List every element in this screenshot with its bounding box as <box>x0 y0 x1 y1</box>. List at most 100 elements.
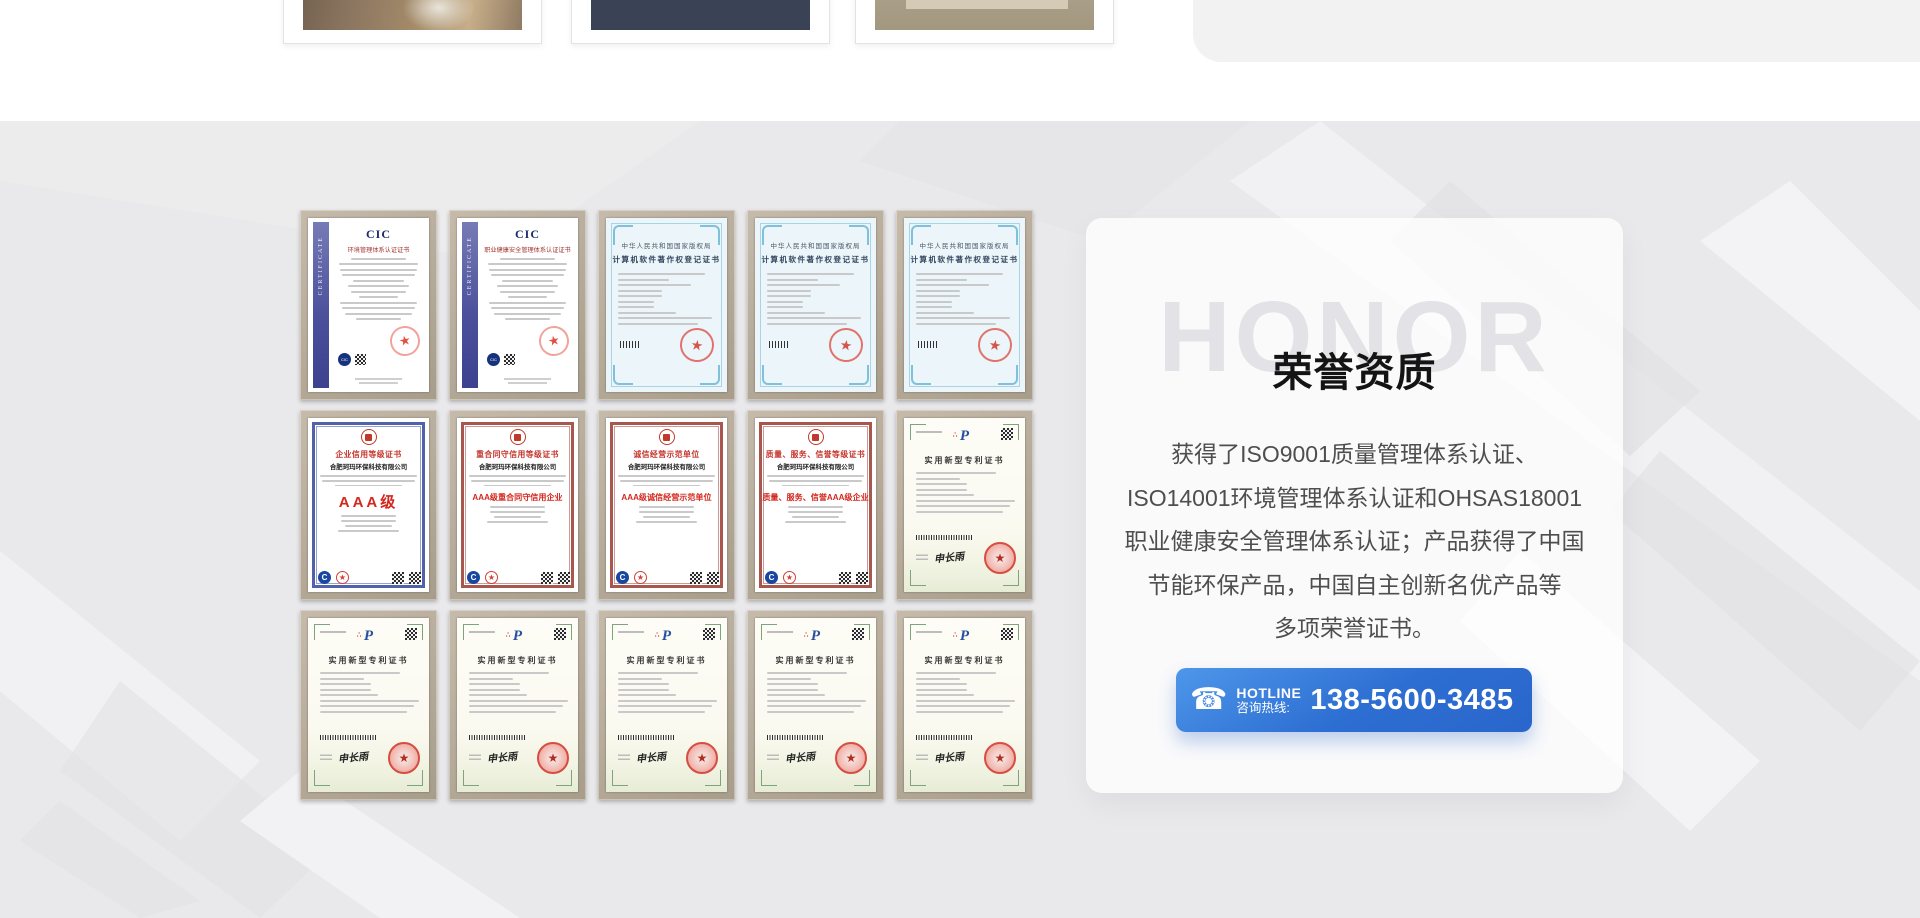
certificate-title: 实用新型专利证书 <box>606 655 727 666</box>
signature: 申长雨 <box>635 747 666 765</box>
gallery-card[interactable] <box>283 0 542 44</box>
honor-section: CERTIFICATE CIC 环境管理体系认证证书 CIC <box>0 121 1920 918</box>
certificate-title: 环境管理体系认证证书 <box>334 244 422 254</box>
cic-badge-icon: CIC <box>338 353 351 366</box>
qr-code-icon <box>554 628 566 640</box>
certificate-thumbnail-contract-credit[interactable]: 重合同守信用等级证书 合肥珂玛环保科技有限公司 AAA级重合同守信用企业 C ★ <box>449 410 586 600</box>
certificate-title: 职业健康安全管理体系认证证书 <box>483 244 571 254</box>
certificate-title: 诚信经营示范单位 <box>615 448 719 459</box>
red-round-seal-icon: ★ <box>984 742 1016 774</box>
honor-description: 获得了ISO9001质量管理体系认证、 ISO14001环境管理体系认证和OHS… <box>1122 433 1587 651</box>
red-round-seal-icon: ★ <box>388 742 420 774</box>
gallery-card[interactable] <box>855 0 1114 44</box>
certificate-thumbnail-patent[interactable]: P 实用新型专利证书 申长雨 ★ <box>747 610 884 800</box>
company-name: 合肥珂玛环保科技有限公司 <box>764 462 868 471</box>
barcode-icon <box>918 341 938 348</box>
qr-code-icon <box>1001 628 1013 640</box>
certificate-title: 重合同守信用等级证书 <box>466 448 570 459</box>
certificate-thumbnail-copyright[interactable]: 中华人民共和国国家版权局 计算机软件著作权登记证书 ★ <box>747 210 884 400</box>
red-emblem-icon <box>659 429 675 445</box>
certificate-thumbnail-patent[interactable]: P 实用新型专利证书 申长雨 ★ <box>896 410 1033 600</box>
barcode-icon <box>767 735 823 740</box>
cnipa-logo-icon: P <box>364 628 373 645</box>
certificate-thumbnail-integrity-unit[interactable]: 诚信经营示范单位 合肥珂玛环保科技有限公司 AAA级诚信经营示范单位 C ★ <box>598 410 735 600</box>
certificate-title: 实用新型专利证书 <box>308 655 429 666</box>
page: CERTIFICATE CIC 环境管理体系认证证书 CIC <box>0 0 1920 918</box>
red-round-seal-icon: ★ <box>984 542 1016 574</box>
qr-code-icon <box>1001 428 1013 440</box>
certificate-title: 实用新型专利证书 <box>457 655 578 666</box>
description-line: 获得了ISO9001质量管理体系认证、 <box>1122 433 1587 477</box>
fine-print-lines <box>904 472 1025 513</box>
description-line: 节能环保产品，中国自主创新名优产品等 <box>1122 564 1587 608</box>
credit-org-icon: C <box>318 571 331 584</box>
company-name: 合肥珂玛环保科技有限公司 <box>615 462 719 471</box>
hotline-button[interactable]: ☎ HOTLINE 咨询热线: 138-5600-3485 <box>1176 668 1532 732</box>
section-title: 荣誉资质 <box>1086 340 1623 398</box>
fine-print-lines <box>308 672 429 713</box>
qr-code-icon <box>707 572 719 584</box>
red-emblem-icon <box>510 429 526 445</box>
description-line: 职业健康安全管理体系认证；产品获得了中国 <box>1122 520 1587 564</box>
barcode-icon <box>620 341 640 348</box>
certificate-thumbnail-quality-service[interactable]: 质量、服务、信誉等级证书 合肥珂玛环保科技有限公司 质量、服务、信誉AAA级企业… <box>747 410 884 600</box>
fine-print-lines <box>332 376 425 387</box>
certificate-side-band: CERTIFICATE <box>462 222 478 388</box>
qr-code-icon <box>703 628 715 640</box>
qr-code-icon <box>409 572 421 584</box>
signature: 申长雨 <box>933 747 964 765</box>
star-badge-icon: ★ <box>783 571 796 584</box>
certificate-side-band: CERTIFICATE <box>313 222 329 388</box>
certificate-thumbnail-copyright[interactable]: 中华人民共和国国家版权局 计算机软件著作权登记证书 ★ <box>896 210 1033 400</box>
red-round-seal-icon: ★ <box>537 742 569 774</box>
cnipa-logo-icon: P <box>662 628 671 645</box>
certificate-thumbnail-patent[interactable]: P 实用新型专利证书 申长雨 ★ <box>449 610 586 800</box>
barcode-icon <box>916 535 972 540</box>
qr-code-icon <box>839 572 851 584</box>
signature: 申长雨 <box>486 747 517 765</box>
cnipa-logo-icon: P <box>960 428 969 445</box>
signature: 申长雨 <box>784 747 815 765</box>
rating-text: 质量、服务、信誉AAA级企业 <box>762 492 869 503</box>
hotline-label-en: HOTLINE <box>1236 685 1301 701</box>
certificate-title: 质量、服务、信誉等级证书 <box>764 448 868 459</box>
cnipa-logo-icon: P <box>811 628 820 645</box>
signature: 申长雨 <box>933 547 964 565</box>
phone-icon: ☎ <box>1190 685 1227 715</box>
certificate-title: 实用新型专利证书 <box>904 655 1025 666</box>
certificate-title: 实用新型专利证书 <box>755 655 876 666</box>
qr-code-icon <box>856 572 868 584</box>
fine-print-lines <box>481 258 574 321</box>
fine-print-lines <box>457 672 578 713</box>
fine-print-lines <box>755 672 876 713</box>
barcode-icon <box>916 735 972 740</box>
red-emblem-icon <box>361 429 377 445</box>
cnipa-logo-icon: P <box>960 628 969 645</box>
cic-badge-icon: CIC <box>487 353 500 366</box>
fine-print-lines <box>481 376 574 387</box>
fine-print-lines <box>332 258 425 321</box>
cnipa-logo-icon: P <box>513 628 522 645</box>
qr-code-icon <box>355 354 366 365</box>
barcode-icon <box>320 735 376 740</box>
honor-card: HONOR 荣誉资质 获得了ISO9001质量管理体系认证、 ISO14001环… <box>1086 218 1623 793</box>
hotline-number: 138-5600-3485 <box>1310 684 1513 717</box>
star-badge-icon: ★ <box>336 571 349 584</box>
gallery-card[interactable] <box>571 0 830 44</box>
certificate-thumbnail-iso-environment[interactable]: CERTIFICATE CIC 环境管理体系认证证书 CIC <box>300 210 437 400</box>
cic-logo: CIC <box>481 227 574 242</box>
signature: 申长雨 <box>337 747 368 765</box>
certificate-thumbnail-ohs[interactable]: CERTIFICATE CIC 职业健康安全管理体系认证证书 CIC <box>449 210 586 400</box>
certificate-thumbnail-patent[interactable]: P 实用新型专利证书 申长雨 ★ <box>896 610 1033 800</box>
company-name: 合肥珂玛环保科技有限公司 <box>466 462 570 471</box>
certificate-thumbnail-patent[interactable]: P 实用新型专利证书 申长雨 ★ <box>300 610 437 800</box>
certificate-thumbnail-patent[interactable]: P 实用新型专利证书 申长雨 ★ <box>598 610 735 800</box>
photo-truck-site <box>591 0 810 30</box>
certificate-title: 企业信用等级证书 <box>317 448 421 459</box>
fine-print-lines <box>904 672 1025 713</box>
rating-text: AAA级诚信经营示范单位 <box>613 492 720 503</box>
company-name: 合肥珂玛环保科技有限公司 <box>317 462 421 471</box>
certificate-thumbnail-credit-rating[interactable]: 企业信用等级证书 合肥珂玛环保科技有限公司 AAA级 C ★ <box>300 410 437 600</box>
certificate-thumbnail-copyright[interactable]: 中华人民共和国国家版权局 计算机软件著作权登记证书 ★ <box>598 210 735 400</box>
certificate-title: 实用新型专利证书 <box>904 455 1025 466</box>
